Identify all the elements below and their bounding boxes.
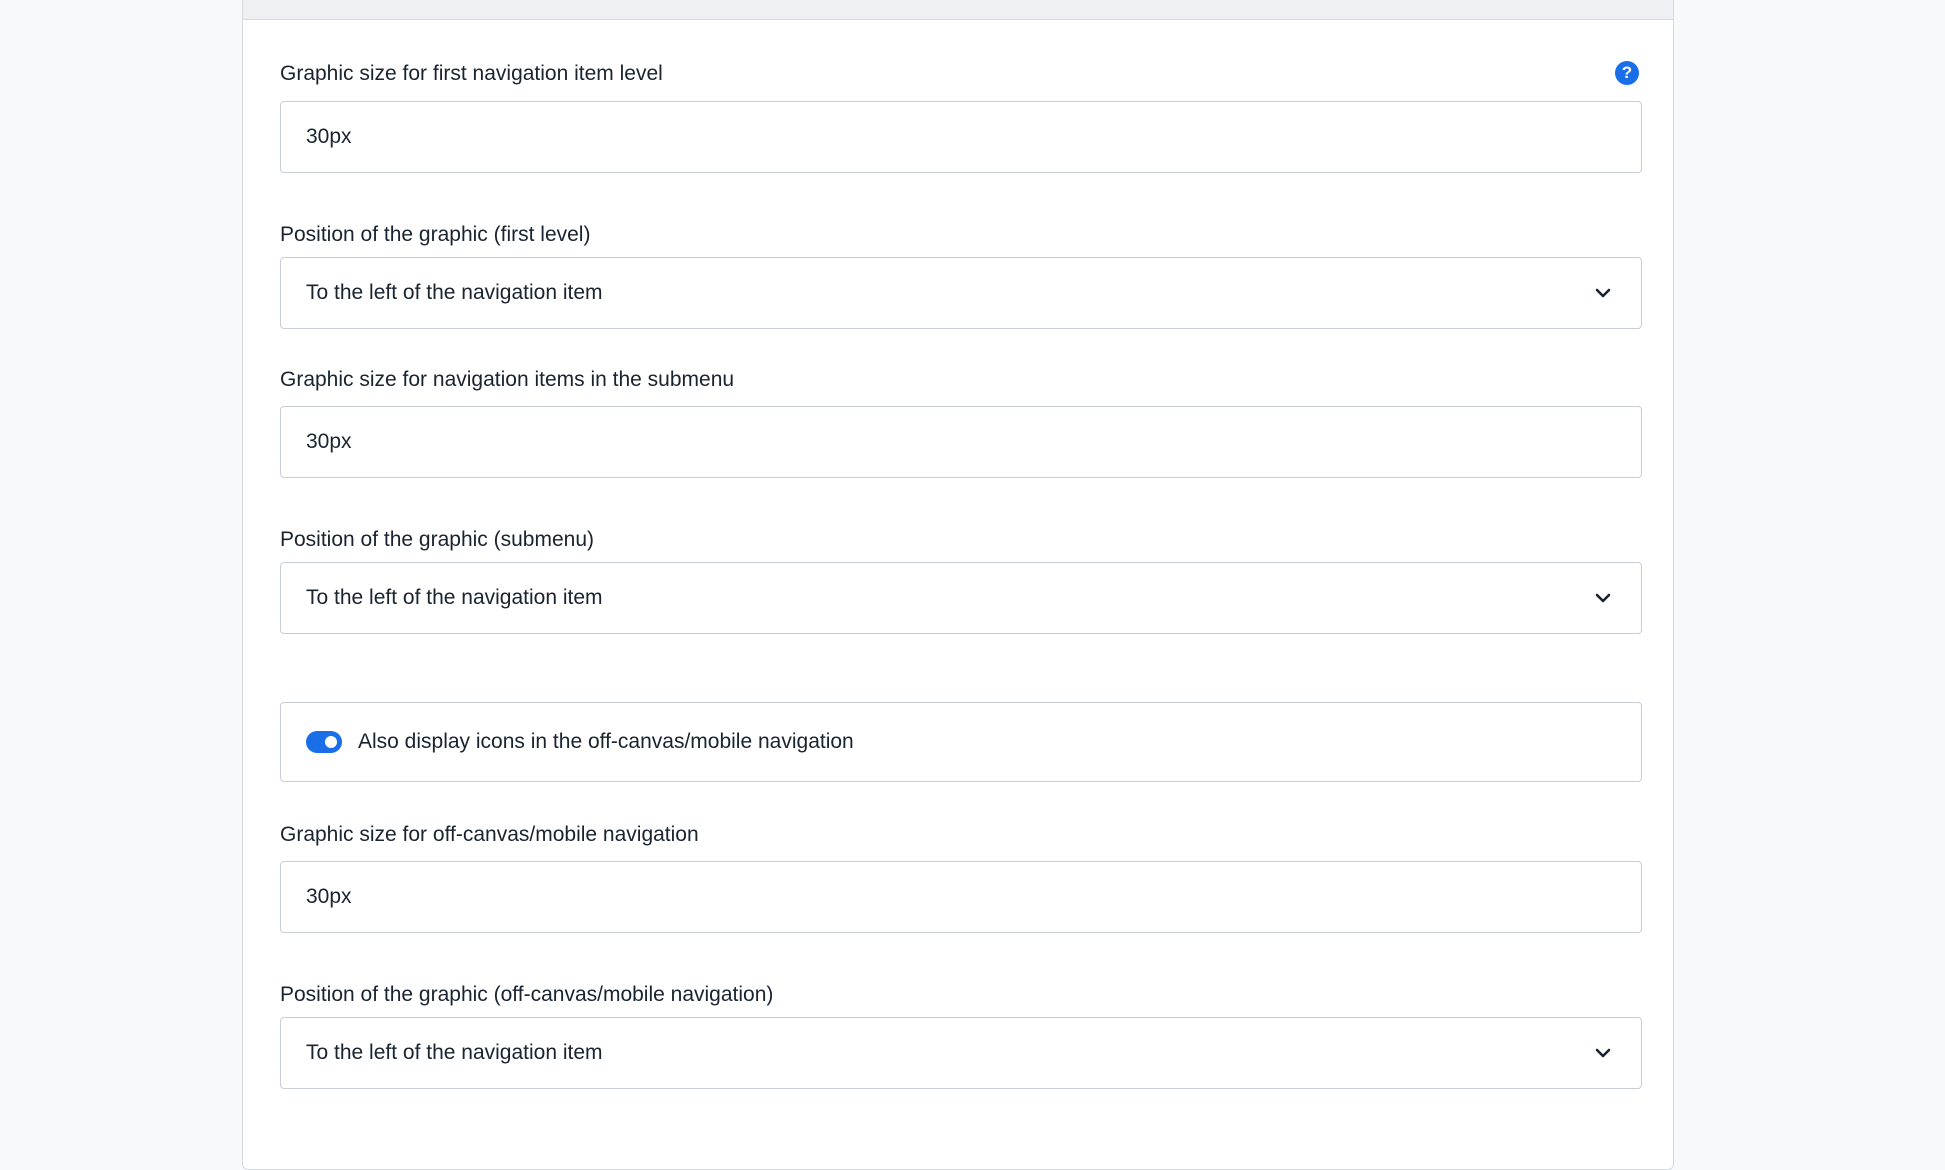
submenu-size-input[interactable] xyxy=(280,406,1642,478)
settings-card: Graphic size for first navigation item l… xyxy=(242,0,1674,1170)
submenu-position-label: Position of the graphic (submenu) xyxy=(280,528,595,551)
offcanvas-icons-toggle[interactable] xyxy=(306,731,342,753)
chevron-down-icon xyxy=(1595,1048,1611,1058)
offcanvas-position-select[interactable]: To the left of the navigation item xyxy=(280,1017,1642,1089)
offcanvas-position-value: To the left of the navigation item xyxy=(306,1041,603,1064)
chevron-down-icon xyxy=(1595,288,1611,298)
offcanvas-size-input[interactable] xyxy=(280,861,1642,933)
first-level-position-value: To the left of the navigation item xyxy=(306,281,603,304)
submenu-position-value: To the left of the navigation item xyxy=(306,586,603,609)
question-circle-icon[interactable]: ? xyxy=(1615,61,1639,85)
toggle-knob xyxy=(325,736,337,748)
offcanvas-size-label: Graphic size for off-canvas/mobile navig… xyxy=(280,823,699,846)
offcanvas-position-label: Position of the graphic (off-canvas/mobi… xyxy=(280,983,774,1006)
first-level-position-select[interactable]: To the left of the navigation item xyxy=(280,257,1642,329)
submenu-position-select[interactable]: To the left of the navigation item xyxy=(280,562,1642,634)
first-level-position-label: Position of the graphic (first level) xyxy=(280,223,591,246)
first-level-size-input[interactable] xyxy=(280,101,1642,173)
offcanvas-icons-toggle-row: Also display icons in the off-canvas/mob… xyxy=(280,702,1642,782)
first-level-size-label: Graphic size for first navigation item l… xyxy=(280,62,663,85)
submenu-size-label: Graphic size for navigation items in the… xyxy=(280,368,735,391)
chevron-down-icon xyxy=(1595,593,1611,603)
card-header xyxy=(243,0,1673,20)
offcanvas-icons-toggle-label: Also display icons in the off-canvas/mob… xyxy=(358,730,854,753)
